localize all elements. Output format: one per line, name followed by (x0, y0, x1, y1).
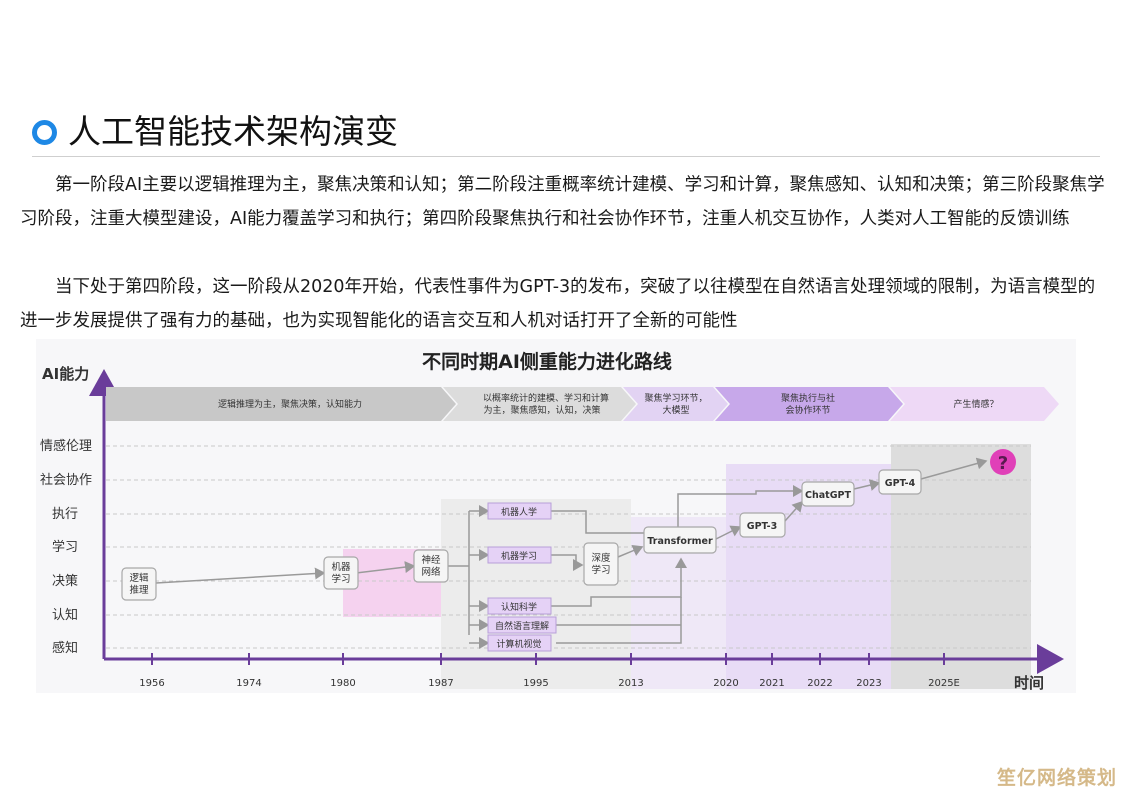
x-tick-1980: 1980 (330, 678, 355, 689)
y-level-emotion: 情感伦理 (40, 438, 92, 454)
paragraph-stages: 第一阶段AI主要以逻辑推理为主，聚焦决策和认知；第二阶段注重概率统计建模、学习和… (20, 175, 1105, 229)
node-logic-line2: 推理 (129, 584, 149, 596)
node-nn-line1: 神经 (421, 554, 441, 566)
branch-robotics: 机器人学 (501, 506, 537, 518)
x-tick-2013: 2013 (618, 678, 643, 689)
branch-cognitive-science: 认知科学 (501, 601, 537, 613)
stage-1-label: 逻辑推理为主，聚焦决策，认知能力 (218, 398, 362, 410)
title-underline (32, 156, 1100, 157)
stage-5-label: 产生情感？ (953, 398, 998, 410)
y-level-social: 社会协作 (40, 472, 92, 488)
node-gpt3-label: GPT-3 (747, 521, 777, 532)
x-tick-1987: 1987 (428, 678, 453, 689)
branch-nlu: 自然语言理解 (495, 620, 549, 632)
paragraph-current-stage: 当下处于第四阶段，这一阶段从2020年开始，代表性事件为GPT-3的发布，突破了… (20, 277, 1096, 331)
y-level-perceive: 感知 (52, 640, 78, 656)
x-tick-2020: 2020 (713, 678, 738, 689)
x-tick-2023: 2023 (856, 678, 881, 689)
node-gpt4-label: GPT-4 (885, 478, 916, 489)
y-level-labels: 情感伦理 社会协作 执行 学习 决策 认知 感知 (40, 438, 92, 656)
stage-2-label-a: 以概率统计的建模、学习和计算 (483, 392, 609, 404)
x-axis-label: 时间 (1014, 674, 1044, 692)
title-row: 人工智能技术架构演变 (30, 110, 1100, 158)
node-ml-line1: 机器 (331, 561, 351, 573)
node-deep-line1: 深度 (591, 552, 611, 564)
x-tick-1974: 1974 (236, 678, 261, 689)
figure-title: 不同时期AI侧重能力进化路线 (422, 350, 672, 373)
y-level-learn: 学习 (52, 539, 78, 555)
node-deep-line2: 学习 (591, 564, 610, 576)
question-mark-label: ? (998, 453, 1008, 474)
node-transformer-label: Transformer (647, 536, 713, 547)
page-title: 人工智能技术架构演变 (68, 112, 398, 151)
stage-3-label-b: 大模型 (662, 404, 689, 416)
stage-4-label-a: 聚焦执行与社 (781, 392, 835, 404)
y-level-decide: 决策 (52, 573, 78, 589)
node-ml-line2: 学习 (331, 573, 350, 585)
circle-bullet-icon (32, 120, 57, 145)
x-tick-2025e: 2025E (928, 678, 960, 689)
evolution-diagram: 不同时期AI侧重能力进化路线 情感伦理 社会协作 执行 学习 决策 认知 感知 (40, 350, 1064, 692)
branch-machine-learning: 机器学习 (501, 550, 537, 562)
node-nn-line2: 网络 (421, 566, 441, 578)
y-axis-label: AI能力 (42, 365, 89, 383)
stage-2-label-b: 为主，聚焦感知，认知，决策 (483, 404, 600, 416)
brand-watermark: 笙亿网络策划 (996, 767, 1117, 789)
y-level-execute: 执行 (52, 507, 78, 522)
x-tick-2022: 2022 (807, 678, 832, 689)
node-logic-line1: 逻辑 (129, 572, 149, 584)
x-tick-1995: 1995 (523, 678, 548, 689)
y-level-cognize: 认知 (52, 607, 78, 623)
node-deep-box (583, 542, 619, 586)
stage-3-label-a: 聚焦学习环节， (644, 392, 707, 404)
stage-4-label-b: 会协作环节 (785, 404, 830, 416)
evolution-figure: 不同时期AI侧重能力进化路线 情感伦理 社会协作 执行 学习 决策 认知 感知 (36, 339, 1076, 693)
branch-computer-vision: 计算机视觉 (496, 638, 541, 650)
x-tick-1956: 1956 (139, 678, 164, 689)
node-chatgpt-label: ChatGPT (805, 490, 851, 501)
x-tick-2021: 2021 (759, 678, 784, 689)
